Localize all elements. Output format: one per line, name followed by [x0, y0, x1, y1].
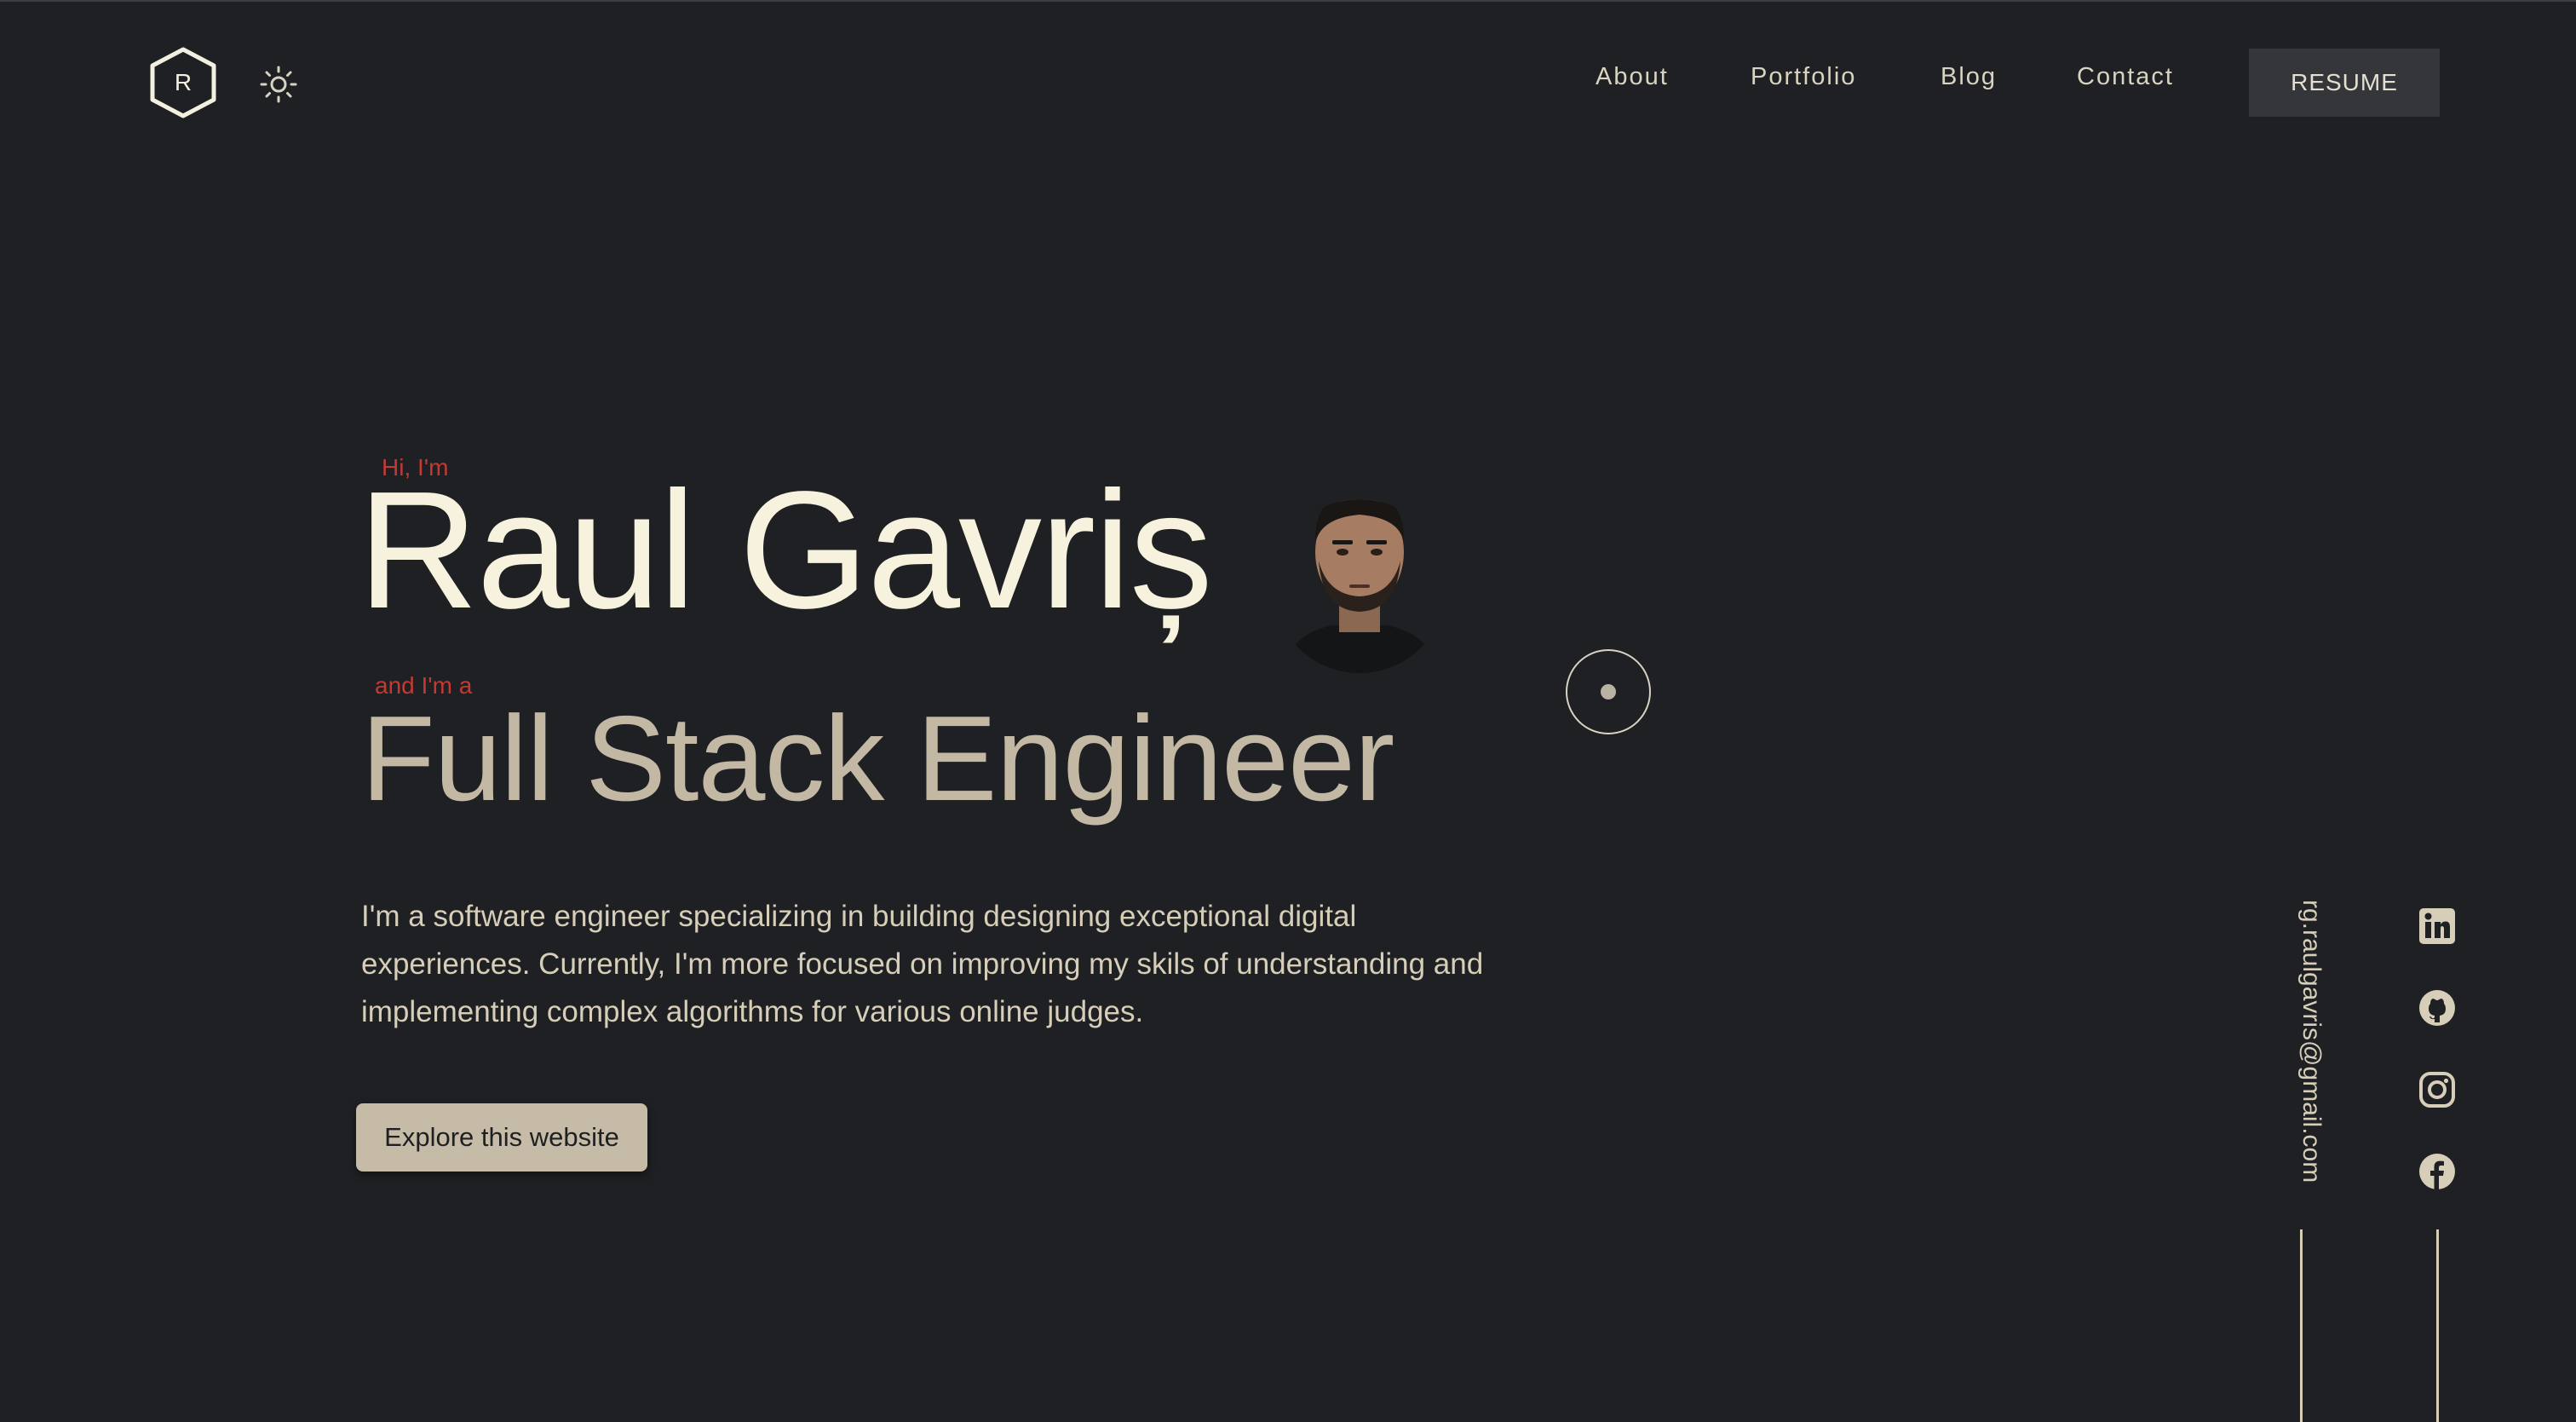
- nav-blog[interactable]: Blog: [1941, 63, 1997, 97]
- linkedin-icon: [2419, 908, 2455, 944]
- github-link[interactable]: [2418, 988, 2457, 1028]
- site-logo[interactable]: R: [148, 46, 218, 119]
- hero-name: Raul Gavriș: [358, 457, 1213, 643]
- scroll-indicator[interactable]: [1566, 649, 1651, 734]
- social-rail-line: [2436, 1229, 2439, 1422]
- facebook-link[interactable]: [2418, 1152, 2457, 1191]
- instagram-icon: [2419, 1072, 2455, 1108]
- resume-button[interactable]: RESUME: [2249, 49, 2440, 117]
- facebook-icon: [2419, 1154, 2455, 1189]
- avatar: [1273, 467, 1443, 673]
- scroll-dot-icon: [1601, 684, 1616, 699]
- email-rail-line: [2300, 1229, 2303, 1422]
- theme-toggle-button[interactable]: [257, 63, 300, 106]
- nav-about[interactable]: About: [1596, 63, 1669, 97]
- logo-letter: R: [174, 69, 193, 95]
- explore-button[interactable]: Explore this website: [356, 1103, 647, 1172]
- linkedin-link[interactable]: [2418, 907, 2457, 946]
- top-border: [0, 0, 2576, 2]
- nav-contact[interactable]: Contact: [2077, 63, 2174, 97]
- email-link[interactable]: rg.raulgavris@gmail.com: [2297, 900, 2326, 1183]
- hero-role: Full Stack Engineer: [361, 691, 1394, 826]
- nav-portfolio[interactable]: Portfolio: [1751, 63, 1856, 97]
- hero-description: I'm a software engineer specializing in …: [361, 900, 1484, 1028]
- instagram-link[interactable]: [2418, 1070, 2457, 1109]
- sun-icon: [260, 66, 297, 103]
- github-icon: [2419, 990, 2455, 1026]
